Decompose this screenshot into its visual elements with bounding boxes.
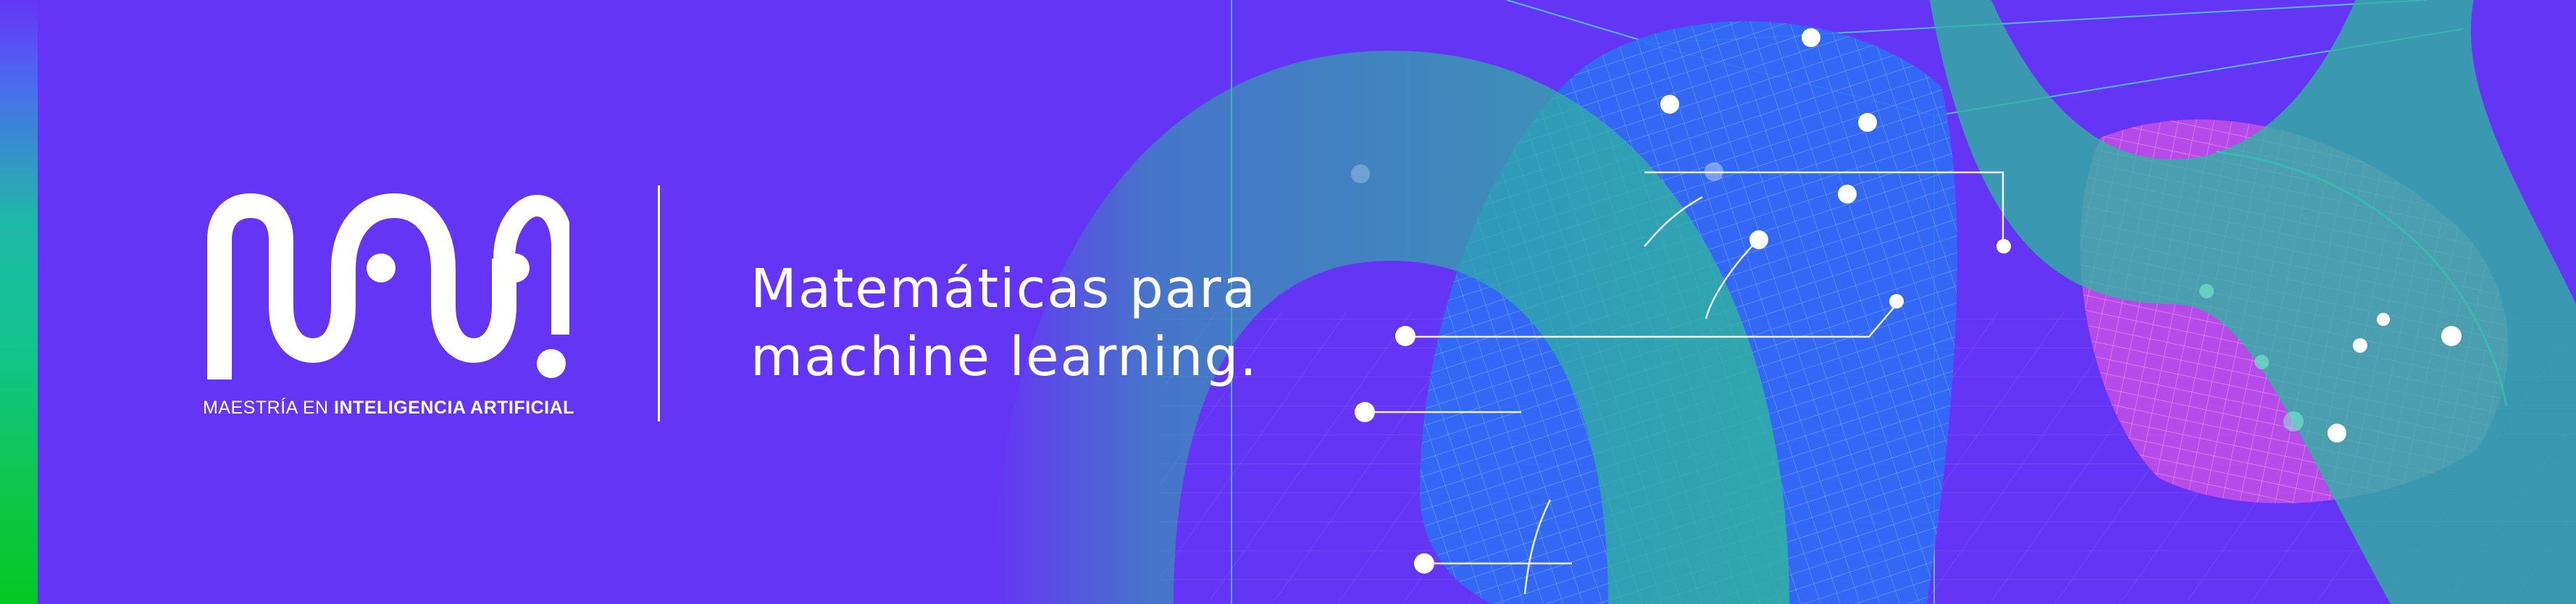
node bbox=[2283, 411, 2304, 432]
node bbox=[1351, 164, 1370, 183]
node bbox=[1395, 326, 1415, 346]
tagline: Matemáticas para machine learning. bbox=[750, 255, 1258, 391]
node bbox=[1889, 294, 1904, 309]
node bbox=[1996, 239, 2011, 253]
node bbox=[2254, 355, 2269, 369]
tagline-line-2: machine learning. bbox=[750, 326, 1258, 388]
node bbox=[1414, 553, 1434, 574]
logo-caption-prefix: MAESTRÍA EN bbox=[203, 398, 335, 418]
node bbox=[1838, 185, 1857, 204]
logo-caption: MAESTRÍA EN INTELIGENCIA ARTIFICIAL bbox=[203, 398, 574, 419]
logo-caption-emphasis: INTELIGENCIA ARTIFICIAL bbox=[334, 398, 574, 418]
node bbox=[1660, 95, 1679, 114]
vertical-divider bbox=[658, 185, 660, 421]
logo-dot bbox=[537, 349, 566, 378]
node bbox=[2199, 284, 2214, 298]
node bbox=[2328, 424, 2346, 442]
logo-dot bbox=[501, 253, 530, 282]
node bbox=[2377, 313, 2390, 326]
node bbox=[2353, 338, 2367, 353]
hero-banner: MAESTRÍA EN INTELIGENCIA ARTIFICIAL Mate… bbox=[0, 0, 2576, 604]
node bbox=[2441, 326, 2462, 346]
node bbox=[1355, 402, 1375, 422]
node bbox=[1802, 28, 1820, 47]
node bbox=[1749, 230, 1768, 249]
tagline-line-1: Matemáticas para bbox=[750, 258, 1257, 320]
node bbox=[1705, 162, 1723, 181]
maia-logo-icon bbox=[207, 193, 569, 379]
node bbox=[1858, 113, 1877, 132]
